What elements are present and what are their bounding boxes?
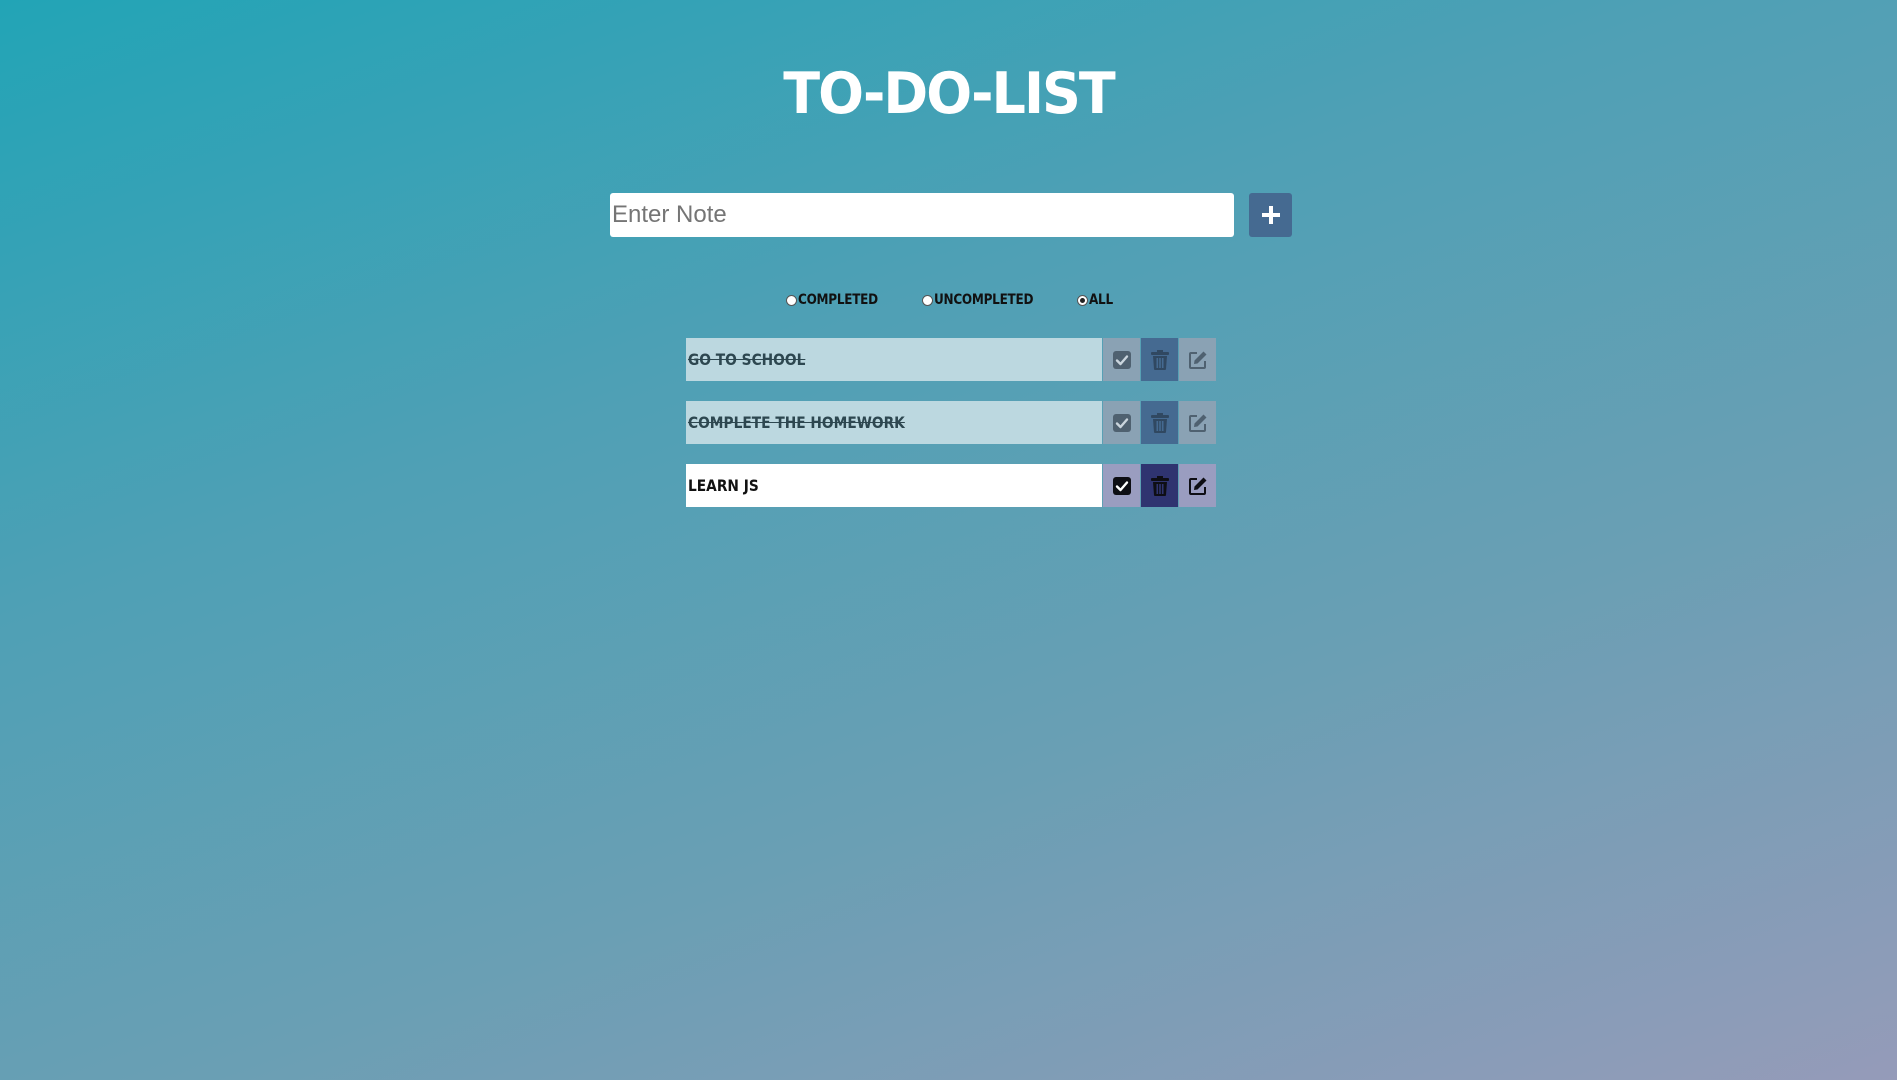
edit-icon [1188,351,1207,369]
trash-icon [1150,475,1169,496]
todo-text: LEARN JS [686,464,1103,507]
edit-button[interactable] [1179,464,1216,507]
filter-all-radio[interactable] [1077,294,1088,306]
filter-all-label: ALL [1089,292,1113,308]
plus-icon [1261,206,1280,224]
complete-button[interactable] [1103,338,1141,381]
page-title: TO-DO-LIST [783,60,1116,127]
filter-completed-radio[interactable] [786,294,797,306]
add-button[interactable] [1249,193,1292,237]
todo-item: GO TO SCHOOL [686,338,1216,381]
filter-uncompleted[interactable]: UNCOMPLETED [922,288,1049,312]
filter-uncompleted-label: UNCOMPLETED [934,292,1034,308]
todo-item: LEARN JS [686,464,1216,507]
trash-icon [1150,349,1169,370]
check-square-icon [1112,476,1131,495]
edit-button[interactable] [1179,338,1216,381]
filter-completed-label: COMPLETED [798,292,878,308]
delete-button[interactable] [1141,338,1179,381]
trash-icon [1150,412,1169,433]
todo-text: COMPLETE THE HOMEWORK [686,401,1103,444]
delete-button[interactable] [1141,401,1179,444]
edit-icon [1188,414,1207,432]
delete-button[interactable] [1141,464,1179,507]
filter-uncompleted-radio[interactable] [922,294,933,306]
edit-icon [1188,477,1207,495]
complete-button[interactable] [1103,464,1141,507]
check-square-icon [1112,350,1131,369]
complete-button[interactable] [1103,401,1141,444]
filter-completed[interactable]: COMPLETED [786,288,891,312]
edit-button[interactable] [1179,401,1216,444]
check-square-icon [1112,413,1131,432]
filter-group: COMPLETED UNCOMPLETED ALL [0,288,1897,312]
todo-item: COMPLETE THE HOMEWORK [686,401,1216,444]
filter-all[interactable]: ALL [1077,288,1117,312]
todo-text: GO TO SCHOOL [686,338,1103,381]
note-input[interactable] [610,193,1234,237]
